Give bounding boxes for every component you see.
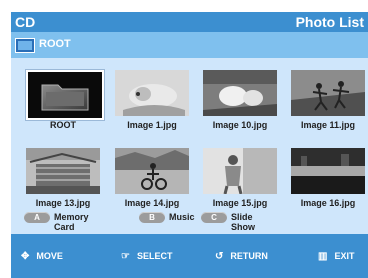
photo-icon — [26, 148, 100, 194]
b-button-icon[interactable]: B — [139, 212, 165, 223]
thumbnail-image[interactable] — [115, 148, 189, 194]
memory-card-label: Memory Card — [54, 212, 89, 232]
move-hint: ✥ MOVE — [21, 251, 63, 262]
slide-show-label: Slide Show — [231, 212, 255, 232]
thumbnail-label: Image 11.jpg — [300, 120, 356, 130]
exit-label: EXIT — [334, 251, 355, 261]
thumbnail-label: Image 15.jpg — [212, 198, 268, 208]
exit-icon: ▥ — [318, 251, 328, 262]
photo-icon — [203, 148, 277, 194]
source-label: CD — [15, 14, 36, 30]
photo-icon — [115, 70, 189, 116]
photo-icon — [291, 148, 365, 194]
move-label: MOVE — [36, 251, 63, 261]
thumbnail-image[interactable] — [203, 148, 277, 194]
return-label: RETURN — [230, 251, 268, 261]
thumbnail-image[interactable] — [26, 148, 100, 194]
a-button-icon[interactable]: A — [24, 212, 50, 223]
thumbnail-image[interactable] — [203, 70, 277, 116]
thumbnail-root-folder[interactable] — [26, 70, 104, 120]
select-icon: ☞ — [121, 251, 130, 262]
exit-hint: ▥ EXIT — [318, 251, 354, 262]
path-bar: ROOT — [11, 32, 368, 58]
thumbnail-label: Image 16.jpg — [300, 198, 356, 208]
screen-title: Photo List — [295, 14, 364, 30]
return-icon: ↺ — [215, 251, 224, 262]
photo-icon — [115, 148, 189, 194]
photo-icon — [203, 70, 277, 116]
bottom-nav-bar: ✥ MOVE ☞ SELECT ↺ RETURN ▥ EXIT — [11, 234, 368, 278]
move-icon: ✥ — [21, 251, 30, 262]
thumbnail-label: Image 10.jpg — [212, 120, 268, 130]
thumbnail-image[interactable] — [291, 70, 365, 116]
return-hint: ↺ RETURN — [215, 251, 268, 262]
thumbnail-label: Image 14.jpg — [124, 198, 180, 208]
folder-icon — [28, 72, 102, 118]
thumbnail-label: Image 1.jpg — [127, 120, 177, 130]
thumbnail-image[interactable] — [115, 70, 189, 116]
select-label: SELECT — [136, 251, 173, 261]
thumbnail-grid: ROOT Image 1.jpg Image 10.jpg Image 11.j… — [11, 58, 368, 234]
thumbnail-label: ROOT — [50, 120, 76, 130]
current-folder-label: ROOT — [39, 38, 71, 50]
folder-icon — [15, 38, 35, 53]
select-hint: ☞ SELECT — [121, 251, 172, 262]
photo-icon — [291, 70, 365, 116]
photo-list-screen: CD Photo List ROOT ROOT Image 1.jpg Imag… — [0, 0, 368, 278]
title-bar: CD Photo List — [11, 12, 368, 32]
c-button-icon[interactable]: C — [201, 212, 227, 223]
music-label: Music — [169, 212, 195, 222]
thumbnail-image[interactable] — [291, 148, 365, 194]
thumbnail-label: Image 13.jpg — [35, 198, 91, 208]
